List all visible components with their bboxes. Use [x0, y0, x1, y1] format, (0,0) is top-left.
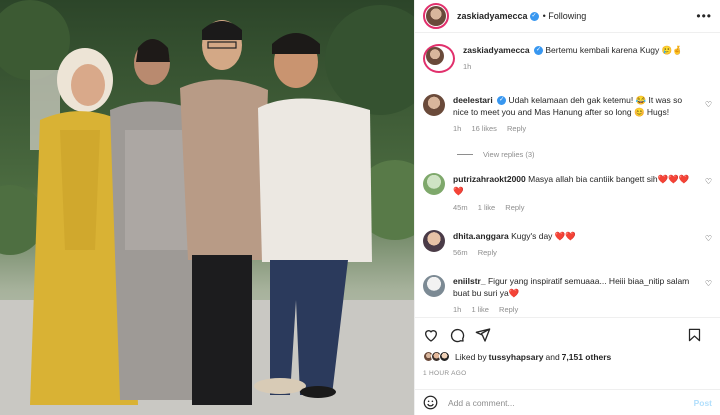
comment-like-heart-icon[interactable]: ♡ — [705, 279, 712, 288]
view-replies-line — [457, 154, 473, 155]
caption-avatar-ring[interactable] — [423, 44, 455, 73]
comment-username[interactable]: putrizahraokt2000 — [453, 174, 526, 184]
comment-time: 45m — [453, 203, 468, 212]
comment-like-heart-icon[interactable]: ♡ — [705, 100, 712, 109]
reply-link[interactable]: Reply — [499, 305, 518, 314]
comment-like-heart-icon[interactable]: ♡ — [705, 234, 712, 243]
post-timestamp[interactable]: 1 HOUR AGO — [423, 370, 712, 377]
likes-row: Liked by tussyhapsary and 7,151 others — [423, 351, 712, 362]
comment-meta: 1h 1 like Reply — [453, 304, 694, 316]
author-avatar[interactable] — [426, 6, 446, 26]
action-icons — [423, 326, 712, 344]
verified-icon: ✓ — [529, 11, 539, 21]
author-username[interactable]: zaskiadyamecca — [457, 11, 528, 21]
post-side-panel: zaskiadyamecca ✓ • Following ••• zaskiad… — [414, 0, 720, 415]
verified-icon: ✓ — [534, 46, 544, 56]
group-photo-illustration — [0, 0, 414, 415]
comment-likes[interactable]: 16 likes — [471, 124, 496, 133]
comment-item: putrizahraokt2000 Masya allah bia cantii… — [423, 173, 712, 214]
comment-item: eniilstr_ Figur yang inspiratif semuaaa.… — [423, 275, 712, 316]
comment-likes[interactable]: 1 like — [471, 305, 489, 314]
caption: zaskiadyamecca ✓ Bertemu kembali karena … — [423, 44, 712, 73]
likes-prefix: Liked by — [455, 351, 487, 362]
comment-meta: 56m Reply — [453, 247, 694, 259]
comment-icon[interactable] — [449, 327, 465, 343]
comment-avatar[interactable] — [423, 173, 445, 195]
comment-meta: 1h 16 likes Reply — [453, 123, 694, 135]
post-actions: Liked by tussyhapsary and 7,151 others 1… — [415, 317, 720, 377]
more-icon[interactable]: ••• — [696, 9, 712, 23]
reply-link[interactable]: Reply — [505, 203, 524, 212]
comment-text: Kugy's day ❤️❤️ — [511, 231, 576, 241]
comment-item: dhita.anggara Kugy's day ❤️❤️ 56m Reply … — [423, 230, 712, 259]
comment-avatar[interactable] — [423, 94, 445, 116]
comment-composer: Post — [415, 389, 720, 415]
view-replies[interactable]: View replies (3) — [457, 150, 535, 159]
caption-time: 1h — [463, 62, 472, 71]
verified-icon: ✓ — [497, 96, 507, 106]
comment-body: deelestari ✓ Udah kelamaan deh gak ketem… — [453, 94, 712, 135]
comment-time: 1h — [453, 305, 462, 314]
comment-avatar[interactable] — [423, 230, 445, 252]
comment-item: deelestari ✓ Udah kelamaan deh gak ketem… — [423, 94, 712, 135]
comment-like-heart-icon[interactable]: ♡ — [705, 177, 712, 186]
author-avatar-ring[interactable] — [423, 3, 449, 29]
instagram-post: zaskiadyamecca ✓ • Following ••• zaskiad… — [0, 0, 720, 415]
likes-others[interactable]: 7,151 others — [562, 352, 612, 362]
comment-meta: 45m 1 like Reply — [453, 202, 694, 214]
caption-text: Bertemu kembali karena Kugy 🥲🤞 — [545, 45, 683, 55]
caption-avatar[interactable] — [426, 47, 444, 65]
post-header: zaskiadyamecca ✓ • Following ••• — [415, 0, 720, 33]
comment-time: 1h — [453, 124, 462, 133]
reply-link[interactable]: Reply — [478, 248, 497, 257]
comment-body: eniilstr_ Figur yang inspiratif semuaaa.… — [453, 275, 712, 316]
comment-username[interactable]: deelestari — [453, 95, 493, 105]
comment-body: dhita.anggara Kugy's day ❤️❤️ 56m Reply — [453, 230, 712, 259]
comment-body: putrizahraokt2000 Masya allah bia cantii… — [453, 173, 712, 214]
comment-input[interactable] — [448, 397, 694, 408]
reply-link[interactable]: Reply — [507, 124, 526, 133]
liker-avatars — [423, 351, 450, 362]
share-icon[interactable] — [475, 327, 491, 343]
comment-time: 56m — [453, 248, 468, 257]
caption-username[interactable]: zaskiadyamecca — [463, 45, 530, 55]
comment-likes[interactable]: 1 like — [478, 203, 496, 212]
comments-list: zaskiadyamecca ✓ Bertemu kembali karena … — [415, 33, 720, 317]
heart-icon[interactable] — [423, 327, 439, 343]
follow-status[interactable]: • Following — [543, 11, 587, 21]
comment-username[interactable]: dhita.anggara — [453, 231, 509, 241]
caption-meta: 1h — [463, 61, 712, 73]
post-button[interactable]: Post — [694, 398, 712, 408]
liker-avatar[interactable] — [439, 351, 450, 362]
bookmark-icon[interactable] — [687, 327, 702, 343]
likes-user[interactable]: tussyhapsary — [489, 352, 544, 362]
comment-avatar[interactable] — [423, 275, 445, 297]
comment-username[interactable]: eniilstr_ — [453, 276, 486, 286]
caption-body: zaskiadyamecca ✓ Bertemu kembali karena … — [463, 44, 712, 73]
post-photo[interactable] — [0, 0, 414, 415]
view-replies-label[interactable]: View replies (3) — [483, 150, 535, 159]
comment-text: Figur yang inspiratif semuaaa... Heiii b… — [453, 276, 690, 298]
emoji-icon[interactable] — [423, 395, 438, 410]
likes-middle: and — [545, 351, 560, 362]
